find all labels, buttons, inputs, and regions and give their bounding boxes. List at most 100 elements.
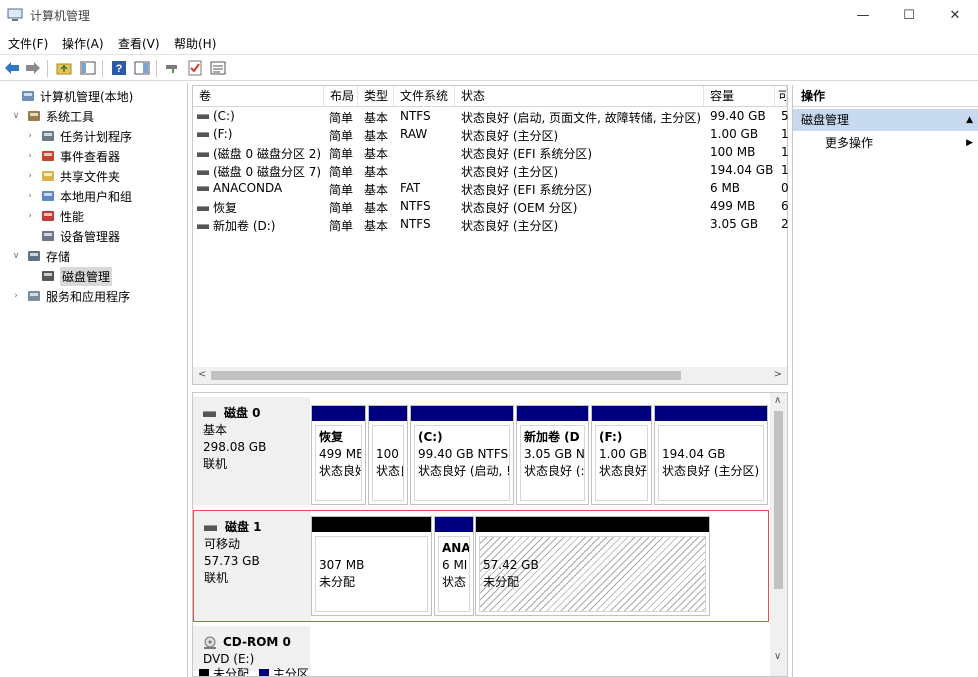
menu-help[interactable]: 帮助(H) bbox=[174, 35, 216, 52]
partition-block[interactable]: (F:) 1.00 GB 状态良好 bbox=[591, 405, 652, 505]
volume-row[interactable]: (磁盘 0 磁盘分区 2) 简单 基本 状态良好 (EFI 系统分区) 100 MB 1 bbox=[193, 144, 789, 162]
disk-0-info[interactable]: 磁盘 0 基本 298.08 GB 联机 bbox=[193, 397, 310, 505]
scroll-left-arrow[interactable]: < bbox=[198, 369, 206, 380]
disk-1-info[interactable]: 磁盘 1 可移动 57.73 GB 联机 bbox=[194, 511, 311, 621]
volume-row[interactable]: ANACONDA 简单 基本 FAT 状态良好 (EFI 系统分区) 6 MB 0 bbox=[193, 180, 789, 198]
horizontal-scrollbar[interactable]: < > bbox=[193, 367, 787, 384]
list-view-icon[interactable] bbox=[209, 59, 227, 77]
disk-name: 磁盘 1 bbox=[225, 520, 262, 534]
menu-file[interactable]: 文件(F) bbox=[8, 35, 48, 52]
partition-body: 新加卷 (D 3.05 GB N 状态良好 (: bbox=[520, 425, 585, 501]
menu-view[interactable]: 查看(V) bbox=[118, 35, 160, 52]
partition-block[interactable]: 新加卷 (D 3.05 GB N 状态良好 (: bbox=[516, 405, 589, 505]
tree-item[interactable]: › 共享文件夹 bbox=[24, 166, 120, 186]
collapse-arrow-icon[interactable]: ▲ bbox=[966, 109, 973, 131]
volume-cell: 状态良好 (EFI 系统分区) bbox=[461, 147, 593, 161]
tree-item[interactable]: › 服务和应用程序 bbox=[10, 286, 130, 306]
scroll-down-arrow[interactable]: ∨ bbox=[774, 651, 781, 662]
volume-cell-wrap: 状态良好 (启动, 页面文件, 故障转储, 主分区) bbox=[461, 109, 701, 126]
expander-chevron-icon[interactable]: › bbox=[24, 211, 36, 221]
volume-cell: 基本 bbox=[364, 165, 389, 179]
forward-arrow-icon[interactable] bbox=[24, 59, 42, 77]
legend-swatch-unallocated bbox=[199, 669, 209, 676]
tree-item[interactable]: › 性能 bbox=[24, 206, 84, 226]
tree-item[interactable]: ∨ 系统工具 bbox=[10, 106, 94, 126]
tree-item-label: 计算机管理(本地) bbox=[40, 89, 134, 104]
partition-block[interactable]: 恢复 499 MB 状态良好 bbox=[311, 405, 366, 505]
tree-item[interactable]: 计算机管理(本地) bbox=[4, 86, 133, 106]
maximize-button[interactable]: ☐ bbox=[886, 0, 932, 31]
volume-cell-wrap: 3.05 GB bbox=[710, 217, 758, 231]
vertical-scrollbar[interactable]: ∧ ∨ bbox=[770, 393, 787, 676]
scrollbar-thumb[interactable] bbox=[211, 371, 681, 380]
minimize-button[interactable]: — bbox=[840, 0, 886, 31]
tree-item[interactable]: › 任务计划程序 bbox=[24, 126, 132, 146]
volume-cell-wrap: 基本 bbox=[364, 145, 388, 162]
expander-chevron-icon[interactable]: › bbox=[24, 171, 36, 181]
expander-chevron-icon[interactable]: › bbox=[10, 291, 22, 301]
column-header-layout[interactable]: 布局 bbox=[324, 86, 358, 107]
more-actions-item[interactable]: 更多操作 ▶ bbox=[793, 133, 978, 153]
more-actions-label: 更多操作 bbox=[825, 136, 874, 150]
tree-item[interactable]: ∨ 存储 bbox=[10, 246, 70, 266]
actions-section-disk-management[interactable]: 磁盘管理 ▲ bbox=[793, 109, 978, 131]
scroll-up-arrow[interactable]: ∧ bbox=[774, 395, 781, 406]
volume-row[interactable]: (C:) 简单 基本 NTFS 状态良好 (启动, 页面文件, 故障转储, 主分区) 99… bbox=[193, 108, 789, 126]
expander-chevron-icon[interactable]: › bbox=[24, 131, 36, 141]
check-icon[interactable] bbox=[186, 59, 204, 77]
partition-block[interactable]: (C:) 99.40 GB NTFS 状态良好 (启动, ! bbox=[410, 405, 514, 505]
partition-block[interactable]: 307 MB 未分配 bbox=[311, 516, 432, 616]
volume-cell: 3.05 GB bbox=[710, 217, 759, 231]
back-arrow-icon[interactable] bbox=[3, 59, 21, 77]
column-header-type[interactable]: 类型 bbox=[358, 86, 394, 107]
volume-cell-wrap: 1.00 GB bbox=[710, 127, 758, 141]
partition-type-bar bbox=[476, 517, 709, 532]
scrollbar-thumb[interactable] bbox=[774, 411, 783, 589]
actions-pane: 操作 磁盘管理 ▲ 更多操作 ▶ bbox=[792, 85, 978, 677]
volume-row[interactable]: (F:) 简单 基本 RAW 状态良好 (主分区) 1.00 GB 1 bbox=[193, 126, 789, 144]
tree-item-label: 任务计划程序 bbox=[60, 129, 133, 144]
tree-item[interactable]: › 事件查看器 bbox=[24, 146, 120, 166]
menu-action[interactable]: 操作(A) bbox=[62, 35, 104, 52]
expander-chevron-icon[interactable]: › bbox=[24, 191, 36, 201]
column-header-free[interactable]: 可 bbox=[775, 86, 787, 107]
volume-row[interactable]: (磁盘 0 磁盘分区 7) 简单 基本 状态良好 (主分区) 194.04 GB 1 bbox=[193, 162, 789, 180]
expander-chevron-icon[interactable]: ∨ bbox=[10, 251, 22, 261]
column-header-status[interactable]: 状态 bbox=[455, 86, 704, 107]
partition-block[interactable]: 194.04 GB 状态良好 (主分区) bbox=[654, 405, 768, 505]
volume-cell-wrap: 简单 bbox=[329, 217, 353, 234]
volume-drive-icon bbox=[197, 224, 209, 229]
volume-cell-wrap: 6 bbox=[781, 199, 789, 213]
volume-cell: 1.00 GB bbox=[710, 127, 759, 141]
svg-text:?: ? bbox=[116, 63, 123, 75]
expander-chevron-icon[interactable]: › bbox=[24, 151, 36, 161]
volume-cell-wrap: 基本 bbox=[364, 217, 388, 234]
volume-row[interactable]: 新加卷 (D:) 简单 基本 NTFS 状态良好 (主分区) 3.05 GB 2 bbox=[193, 216, 789, 234]
volume-cell-wrap: 194.04 GB bbox=[710, 163, 773, 177]
tree-item[interactable]: 设备管理器 bbox=[24, 226, 120, 246]
scroll-right-arrow[interactable]: > bbox=[774, 369, 782, 380]
close-button[interactable]: ✕ bbox=[932, 0, 978, 31]
clock-icon bbox=[40, 128, 56, 144]
properties-pane-icon[interactable] bbox=[133, 59, 151, 77]
tree-item[interactable]: 磁盘管理 bbox=[24, 266, 113, 286]
column-header-filesystem[interactable]: 文件系统 bbox=[394, 86, 455, 107]
connect-icon[interactable] bbox=[163, 59, 181, 77]
column-header-capacity[interactable]: 容量 bbox=[704, 86, 775, 107]
partition-block[interactable]: 57.42 GB 未分配 bbox=[475, 516, 710, 616]
partition-block[interactable]: 100 状态良 bbox=[368, 405, 408, 505]
help-icon[interactable]: ? bbox=[110, 59, 128, 77]
volume-cell: 194.04 GB bbox=[710, 163, 774, 177]
column-header-volume[interactable]: 卷 bbox=[193, 86, 324, 107]
volume-row[interactable]: 恢复 简单 基本 NTFS 状态良好 (OEM 分区) 499 MB 6 bbox=[193, 198, 789, 216]
show-hide-tree-icon[interactable] bbox=[79, 59, 97, 77]
partition-block[interactable]: ANA 6 MI 状态 bbox=[434, 516, 474, 616]
partition-size: 100 bbox=[376, 447, 399, 461]
tree-item[interactable]: › 本地用户和组 bbox=[24, 186, 132, 206]
expander-chevron-icon[interactable]: ∨ bbox=[10, 111, 22, 121]
disk-name: 磁盘 0 bbox=[224, 406, 261, 420]
up-folder-icon[interactable] bbox=[55, 59, 73, 77]
partition-type-bar bbox=[312, 406, 365, 421]
disk-drive-icon bbox=[203, 410, 216, 417]
event-viewer-icon bbox=[40, 148, 56, 164]
